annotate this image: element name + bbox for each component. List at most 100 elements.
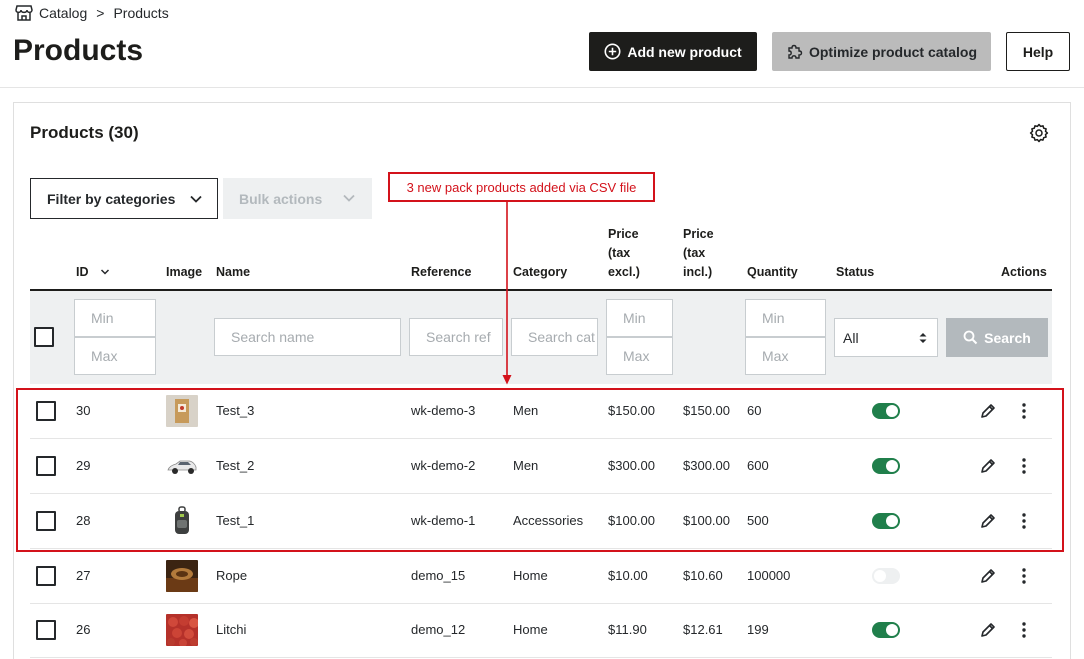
add-new-product-label: Add new product: [627, 43, 742, 60]
id-max-input[interactable]: Max: [74, 337, 156, 375]
select-all-checkbox[interactable]: [34, 327, 54, 347]
toggle-knob: [886, 460, 898, 472]
filter-by-categories-label: Filter by categories: [47, 190, 176, 207]
status-toggle[interactable]: [872, 458, 900, 474]
row-checkbox[interactable]: [36, 566, 56, 586]
edit-pencil-icon[interactable]: [980, 513, 996, 529]
status-toggle[interactable]: [872, 403, 900, 419]
column-header-name[interactable]: Name: [216, 263, 250, 282]
row-price-excl: $100.00: [608, 513, 655, 528]
gear-icon[interactable]: [1029, 123, 1049, 143]
search-category-input[interactable]: Search cat: [511, 318, 598, 356]
rope-thumbnail: [166, 560, 198, 592]
search-button[interactable]: Search: [946, 318, 1048, 357]
sort-down-icon[interactable]: [100, 268, 110, 276]
column-header-quantity[interactable]: Quantity: [747, 263, 798, 282]
row-quantity: 600: [747, 458, 769, 473]
products-card-title: Products (30): [30, 123, 139, 142]
row-checkbox[interactable]: [36, 401, 56, 421]
row-name[interactable]: Litchi: [216, 622, 246, 637]
column-header-id-label: ID: [76, 265, 89, 279]
row-quantity: 60: [747, 403, 762, 418]
toggle-knob: [886, 624, 898, 636]
backpack-thumbnail: [166, 505, 198, 537]
row-price-excl: $300.00: [608, 458, 655, 473]
row-checkbox[interactable]: [36, 620, 56, 640]
row-checkbox[interactable]: [36, 456, 56, 476]
filter-by-categories-dropdown[interactable]: Filter by categories: [30, 178, 218, 219]
select-arrows-icon: [919, 333, 927, 343]
optimize-catalog-label: Optimize product catalog: [808, 43, 977, 60]
car-thumbnail: [166, 450, 198, 482]
more-options-icon[interactable]: [1019, 512, 1029, 530]
page-title: Products: [13, 34, 144, 67]
bulk-actions-dropdown[interactable]: Bulk actions: [223, 178, 372, 219]
chevron-down-icon: [343, 194, 355, 202]
chevron-down-icon: [190, 195, 202, 203]
row-category: Men: [513, 403, 539, 418]
row-id: 26: [76, 622, 91, 637]
more-options-icon[interactable]: [1019, 567, 1029, 585]
add-new-product-button[interactable]: Add new product: [589, 32, 757, 71]
annotation-callout: 3 new pack products added via CSV file: [388, 172, 655, 202]
id-min-input[interactable]: Min: [74, 299, 156, 337]
quantity-max-input[interactable]: Max: [745, 337, 826, 375]
column-header-image: Image: [166, 265, 203, 279]
column-header-status[interactable]: Status: [836, 263, 874, 282]
price-excl-line-1: Price: [608, 227, 639, 241]
price-incl-line-3: incl.): [683, 265, 713, 279]
column-header-id[interactable]: ID: [76, 263, 110, 282]
row-name[interactable]: Test_1: [216, 513, 254, 528]
column-header-price-excl[interactable]: Price (tax excl.): [608, 225, 640, 282]
status-toggle[interactable]: [872, 568, 900, 584]
row-name[interactable]: Test_3: [216, 403, 254, 418]
toggle-knob: [874, 570, 886, 582]
row-price-excl: $150.00: [608, 403, 655, 418]
search-icon: [963, 330, 978, 345]
breadcrumb-catalog[interactable]: Catalog: [39, 5, 87, 21]
price-incl-line-1: Price: [683, 227, 714, 241]
row-name[interactable]: Rope: [216, 568, 247, 583]
column-header-actions: Actions: [1001, 265, 1047, 279]
row-id: 28: [76, 513, 91, 528]
column-header-price-incl[interactable]: Price (tax incl.): [683, 225, 714, 282]
annotation-arrow: [502, 201, 512, 385]
edit-pencil-icon[interactable]: [980, 622, 996, 638]
column-header-reference[interactable]: Reference: [411, 263, 471, 282]
more-options-icon[interactable]: [1019, 402, 1029, 420]
status-select-value: All: [843, 329, 859, 346]
search-reference-input[interactable]: Search ref: [409, 318, 503, 356]
puzzle-icon: [788, 44, 803, 59]
row-quantity: 100000: [747, 568, 791, 583]
edit-pencil-icon[interactable]: [980, 403, 996, 419]
optimize-catalog-button[interactable]: Optimize product catalog: [772, 32, 991, 71]
row-reference: wk-demo-3: [411, 403, 476, 418]
price-excl-line-3: excl.): [608, 265, 640, 279]
edit-pencil-icon[interactable]: [980, 458, 996, 474]
column-header-category[interactable]: Category: [513, 263, 567, 282]
quantity-min-input[interactable]: Min: [745, 299, 826, 337]
more-options-icon[interactable]: [1019, 457, 1029, 475]
breadcrumb: Catalog > Products: [15, 5, 169, 21]
price-excl-line-2: (tax: [608, 246, 631, 260]
row-checkbox[interactable]: [36, 511, 56, 531]
store-icon: [15, 5, 33, 21]
help-button[interactable]: Help: [1006, 32, 1070, 71]
search-name-input[interactable]: Search name: [214, 318, 401, 356]
more-options-icon[interactable]: [1019, 621, 1029, 639]
status-toggle[interactable]: [872, 513, 900, 529]
status-select[interactable]: All: [834, 318, 938, 357]
edit-pencil-icon[interactable]: [980, 568, 996, 584]
row-price-incl: $10.60: [683, 568, 723, 583]
bulk-actions-label: Bulk actions: [239, 190, 323, 207]
price-excl-max-input[interactable]: Max: [606, 337, 673, 375]
row-name[interactable]: Test_2: [216, 458, 254, 473]
row-category: Accessories: [513, 513, 584, 528]
row-price-incl: $12.61: [683, 622, 723, 637]
status-toggle[interactable]: [872, 622, 900, 638]
toggle-knob: [886, 405, 898, 417]
toggle-knob: [886, 515, 898, 527]
row-reference: demo_12: [411, 622, 466, 637]
price-excl-min-input[interactable]: Min: [606, 299, 673, 337]
search-button-label: Search: [984, 329, 1031, 346]
